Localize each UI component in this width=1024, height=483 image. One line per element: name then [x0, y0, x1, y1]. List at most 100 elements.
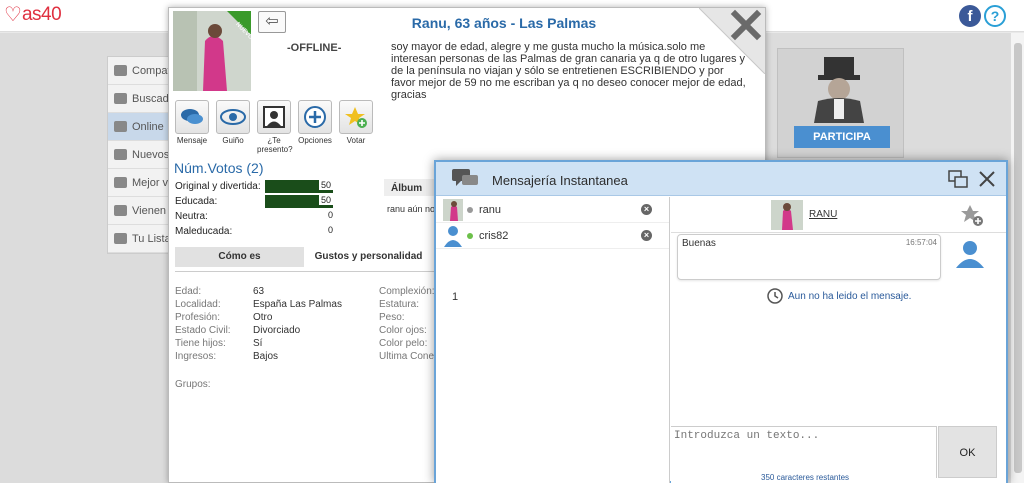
tab-como-es[interactable]: Cómo es — [175, 247, 304, 267]
vote-value: 50 — [318, 195, 333, 205]
sidebar-item-online[interactable]: Online — [108, 113, 172, 141]
sidebar-item-mejor-votados[interactable]: Mejor vo — [108, 169, 172, 197]
arrow-left-icon: ⇦ — [265, 13, 279, 30]
detail-value: Otro — [253, 312, 273, 323]
options-action[interactable]: Opciones — [298, 100, 332, 154]
read-status: Aun no ha leido el mensaje. — [767, 288, 911, 304]
avatar — [443, 198, 463, 221]
promo-banner: PARTICIPA — [777, 48, 904, 158]
chat-partner-name[interactable]: RANU — [809, 209, 837, 220]
vote-row: Neutra: 0 — [175, 209, 335, 224]
logo[interactable]: ♡ as40 — [4, 4, 62, 26]
divider — [175, 271, 443, 272]
sidebar-item-label: Vienen e — [132, 204, 172, 217]
sidebar-menu: Compati Buscado Online Nuevos Mejor vo V… — [107, 56, 173, 254]
sliders-icon — [114, 65, 127, 76]
sidebar-item-label: Nuevos — [132, 148, 170, 161]
detail-key: Ultima Conex — [379, 351, 440, 362]
sidebar-item-label: Compati — [132, 64, 172, 77]
wink-action[interactable]: Guiño — [216, 100, 250, 154]
status-dot — [467, 232, 473, 239]
star-plus-icon[interactable] — [960, 203, 984, 227]
sidebar-item-tu-lista[interactable]: Tu Lista — [108, 225, 172, 253]
detail-key: Profesión: — [175, 312, 221, 323]
message-input[interactable] — [671, 427, 935, 477]
page-scrollbar[interactable] — [1010, 33, 1024, 483]
remove-contact-icon[interactable]: × — [641, 204, 652, 215]
sidebar-item-nuevos[interactable]: Nuevos — [108, 141, 172, 169]
contact-item[interactable]: ranu × — [436, 197, 669, 223]
help-icon[interactable]: ? — [984, 5, 1006, 27]
profile-photo-image: NUEVO — [173, 11, 251, 91]
im-title: Mensajería Instantanea — [492, 173, 628, 188]
status-dot — [467, 206, 473, 213]
groups: Grupos: — [175, 378, 211, 391]
chat-bubble-icon — [181, 109, 203, 124]
eye-icon — [220, 109, 246, 125]
vote-row: Maleducada: 0 — [175, 224, 335, 239]
profile-tabs: Cómo es Gustos y personalidad — [175, 247, 433, 267]
album-label: Álbum — [391, 183, 423, 194]
chat-panel: RANU Buenas 16:57:04 Aun no ha leido el … — [671, 197, 1006, 483]
chat-avatar[interactable] — [771, 200, 803, 230]
scrollbar-thumb[interactable] — [1014, 43, 1022, 473]
profile-actions: Mensaje Guiño ¿Te presento? Opciones Vot… — [175, 100, 373, 154]
detail-key: Ingresos: — [175, 351, 217, 362]
action-label: Votar — [346, 136, 366, 145]
detail-key: Edad: — [175, 286, 202, 297]
message-action[interactable]: Mensaje — [175, 100, 209, 154]
users-icon — [114, 121, 127, 132]
detail-value: Divorciado — [253, 325, 301, 336]
sidebar-item-vienen[interactable]: Vienen e — [108, 197, 172, 225]
restore-icon[interactable] — [948, 170, 968, 188]
clock-icon — [767, 288, 783, 304]
contact-list: ranu × cris82 × 1 — [436, 197, 670, 483]
detail-value: Bajos — [253, 351, 279, 362]
sidebar-item-label: Mejor vo — [132, 176, 172, 189]
top-icons: f ? — [959, 5, 1006, 27]
logo-text: as40 — [21, 4, 62, 25]
vote-value: 0 — [327, 210, 333, 220]
vote-value: 0 — [327, 225, 333, 235]
remaining-chars: 350 caracteres restantes — [761, 473, 850, 482]
detail-key: Estatura: — [379, 299, 420, 310]
details-right-keys: Complexión: Estatura: Peso: Color ojos: … — [379, 285, 439, 363]
close-icon[interactable] — [978, 170, 996, 188]
search-icon — [114, 93, 127, 104]
portrait-icon — [263, 106, 285, 128]
im-header: Mensajería Instantanea — [436, 162, 1006, 196]
facebook-icon[interactable]: f — [959, 5, 981, 27]
vote-label: Educada: — [175, 196, 218, 207]
action-label: Opciones — [298, 136, 332, 145]
action-label: ¿Te presento? — [257, 136, 293, 154]
profile-photo[interactable]: NUEVO — [173, 11, 251, 91]
detail-key: Peso: — [379, 312, 405, 323]
message-time: 16:57:04 — [905, 238, 937, 247]
send-button[interactable]: OK — [938, 426, 997, 478]
plus-circle-icon — [304, 106, 326, 128]
contact-item[interactable]: cris82 × — [436, 223, 669, 249]
detail-key: Tiene hijos: — [175, 338, 226, 349]
detail-key: Localidad: — [175, 299, 221, 310]
vote-action[interactable]: Votar — [339, 100, 373, 154]
remove-contact-icon[interactable]: × — [641, 230, 652, 241]
profile-title: Ranu, 63 años - Las Palmas — [411, 15, 597, 31]
message-input-area — [671, 426, 937, 478]
unread-count: 1 — [452, 291, 459, 303]
star-plus-icon — [345, 107, 367, 128]
participa-button[interactable]: PARTICIPA — [794, 126, 890, 148]
contact-name: cris82 — [479, 229, 509, 242]
introduce-action[interactable]: ¿Te presento? — [257, 100, 293, 154]
vote-value: 50 — [318, 180, 333, 190]
back-button[interactable]: ⇦ — [258, 11, 286, 33]
message-bubble: Buenas 16:57:04 — [677, 234, 941, 280]
sidebar-item-buscador[interactable]: Buscado — [108, 85, 172, 113]
sidebar-item-compatibles[interactable]: Compati — [108, 57, 172, 85]
uncle-sam-image — [814, 57, 864, 123]
vote-row: Educada: 50 — [175, 194, 335, 209]
details-left-keys: Edad: Localidad: Profesión: Estado Civil… — [175, 285, 231, 363]
action-label: Guiño — [222, 136, 244, 145]
tab-gustos[interactable]: Gustos y personalidad — [304, 247, 433, 267]
detail-key: Complexión: — [379, 286, 435, 297]
sidebar-item-label: Online — [132, 120, 164, 133]
